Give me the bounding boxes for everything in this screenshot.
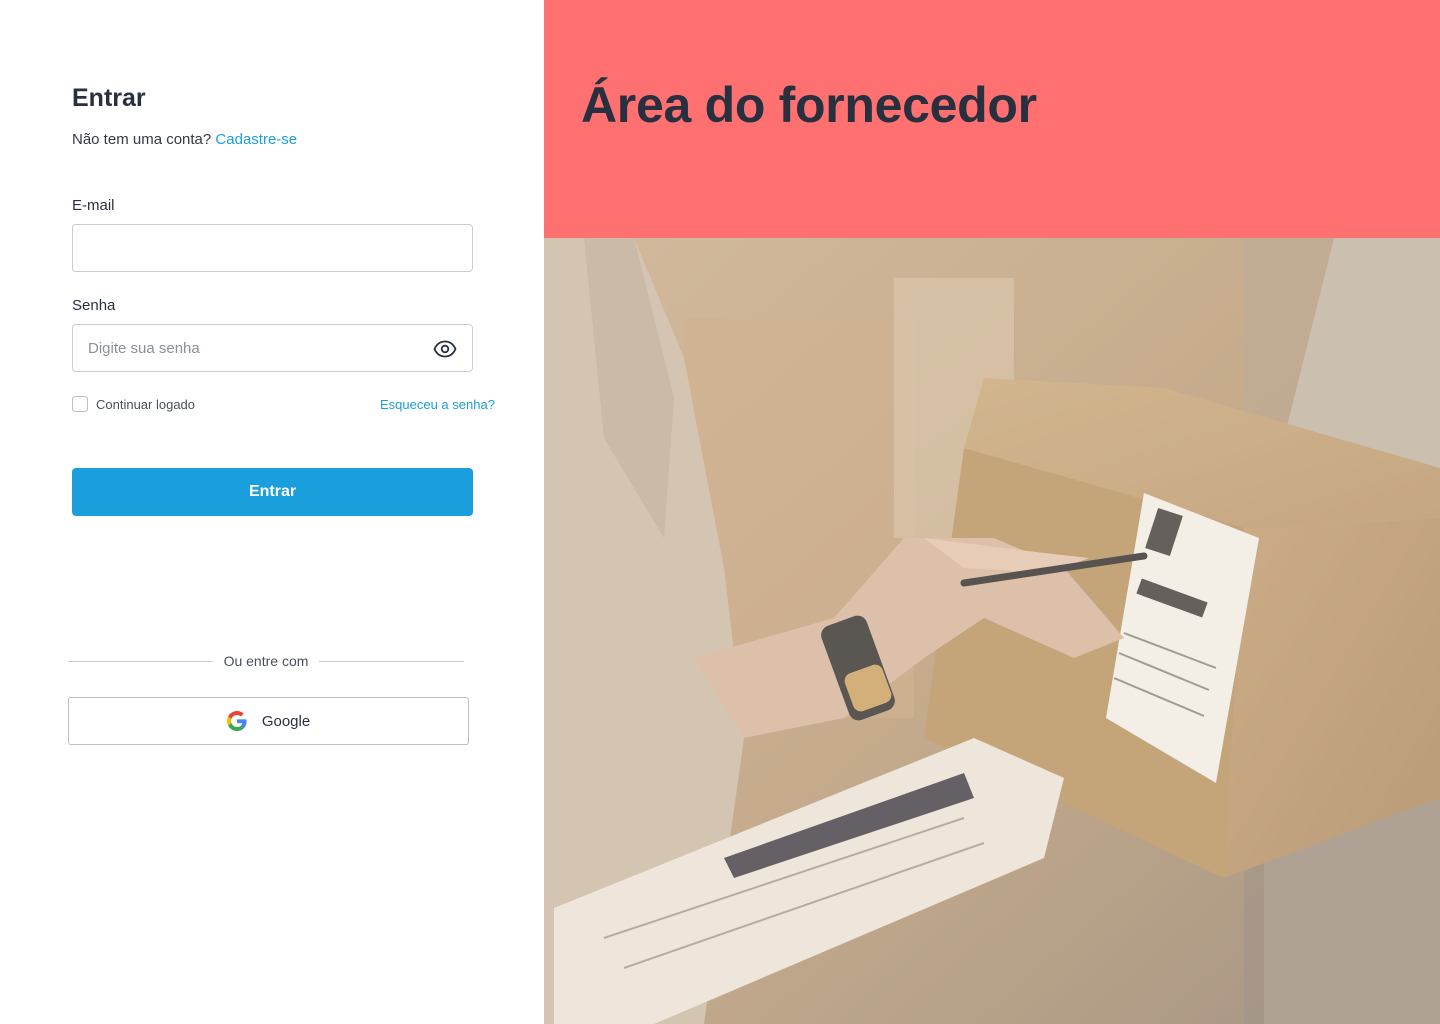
social-divider: Ou entre com — [68, 652, 464, 670]
hero-header: Área do fornecedor — [544, 0, 1440, 238]
email-field-container — [72, 224, 473, 272]
google-login-button[interactable]: Google — [68, 697, 469, 745]
forgot-password-link[interactable]: Esqueceu a senha? — [380, 397, 495, 412]
signup-prompt: Não tem uma conta? Cadastre-se — [72, 131, 297, 148]
hero-panel: Área do fornecedor — [544, 0, 1440, 1024]
hero-photo — [544, 238, 1440, 1024]
google-label: Google — [261, 712, 311, 730]
delivery-photo-illustration — [544, 238, 1440, 1024]
divider-line-right — [319, 661, 464, 662]
remember-me-row: Continuar logado — [72, 396, 195, 412]
google-icon — [226, 711, 247, 731]
login-button[interactable]: Entrar — [72, 468, 473, 516]
password-field[interactable] — [73, 325, 472, 371]
no-account-text: Não tem uma conta? — [72, 131, 212, 148]
eye-icon[interactable] — [433, 337, 457, 361]
login-panel: Entrar Não tem uma conta? Cadastre-se E-… — [0, 0, 544, 1024]
hero-title: Área do fornecedor — [581, 77, 1037, 133]
signup-link[interactable]: Cadastre-se — [215, 131, 297, 148]
remember-me-label: Continuar logado — [96, 396, 196, 412]
email-label: E-mail — [72, 197, 115, 214]
email-field[interactable] — [73, 225, 472, 271]
password-label: Senha — [72, 297, 116, 314]
password-field-container — [72, 324, 473, 372]
page-title: Entrar — [72, 84, 146, 112]
remember-me-checkbox[interactable] — [72, 396, 88, 412]
